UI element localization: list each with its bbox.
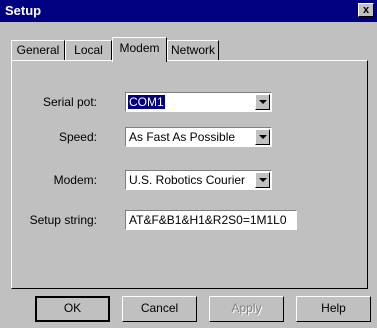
modem-value: U.S. Robotics Courier	[129, 173, 246, 187]
serial-port-label: Serial pot:	[42, 95, 97, 109]
tab-local-label: Local	[74, 43, 103, 57]
chevron-down-icon	[259, 135, 267, 139]
tab-modem[interactable]: Modem	[112, 37, 167, 62]
modem-tab-panel: Serial pot: COM1 Speed: As Fast As Possi…	[11, 60, 368, 289]
setup-string-label: Setup string:	[29, 213, 97, 227]
serial-port-value: COM1	[128, 95, 165, 109]
help-button[interactable]: Help	[296, 296, 371, 322]
apply-button-label: Apply	[231, 301, 262, 315]
tab-local[interactable]: Local	[65, 40, 112, 60]
tab-general[interactable]: General	[11, 40, 65, 60]
modem-label: Modem:	[53, 173, 97, 187]
modem-select[interactable]: U.S. Robotics Courier	[125, 170, 272, 190]
window-title: Setup	[5, 3, 42, 18]
close-icon: x	[362, 4, 370, 16]
serial-port-dropdown-button[interactable]	[255, 94, 270, 110]
cancel-button-label: Cancel	[140, 301, 179, 315]
close-button[interactable]: x	[358, 3, 374, 17]
ok-button[interactable]: OK	[35, 296, 110, 322]
setup-string-value: AT&F&B1&H1&R2S0=1M1L0	[129, 213, 287, 227]
tab-modem-label: Modem	[119, 41, 160, 55]
title-bar[interactable]: Setup x	[0, 0, 377, 22]
tab-general-label: General	[16, 43, 60, 57]
setup-string-input[interactable]: AT&F&B1&H1&R2S0=1M1L0	[125, 210, 297, 230]
help-button-label: Help	[321, 301, 346, 315]
speed-dropdown-button[interactable]	[255, 129, 270, 145]
chevron-down-icon	[259, 100, 267, 104]
cancel-button[interactable]: Cancel	[122, 296, 197, 322]
ok-button-label: OK	[63, 301, 82, 315]
speed-label: Speed:	[58, 130, 97, 144]
tab-network-label: Network	[170, 43, 215, 57]
serial-port-select[interactable]: COM1	[125, 92, 272, 112]
setup-dialog: Setup x General Local Modem Network Seri…	[0, 0, 377, 328]
modem-dropdown-button[interactable]	[255, 172, 270, 188]
chevron-down-icon	[259, 178, 267, 182]
tab-network[interactable]: Network	[167, 40, 219, 60]
apply-button: Apply	[209, 296, 284, 322]
speed-value: As Fast As Possible	[129, 130, 236, 144]
speed-select[interactable]: As Fast As Possible	[125, 127, 272, 147]
